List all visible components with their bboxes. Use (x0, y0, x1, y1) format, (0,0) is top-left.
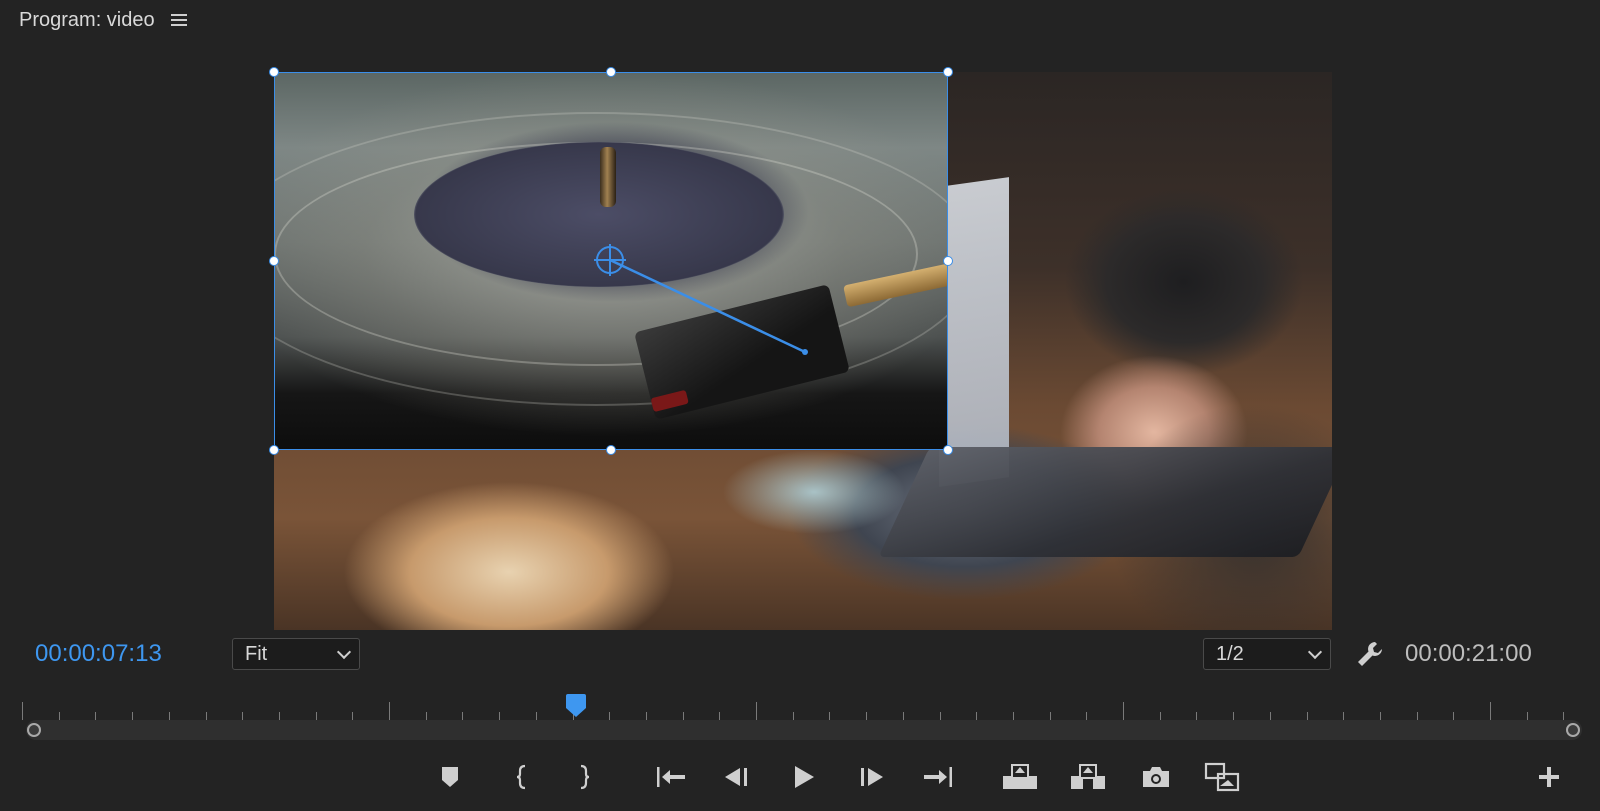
zoom-scrollbar[interactable] (26, 720, 1582, 740)
settings-wrench-icon[interactable] (1355, 639, 1385, 669)
handle-bottom-right[interactable] (943, 445, 953, 455)
laptop-screen-image (939, 177, 1009, 487)
ruler-tick (902, 712, 904, 720)
ruler-tick (1012, 712, 1014, 720)
ruler-tick (58, 712, 60, 720)
scrollbar-right-handle[interactable] (1566, 723, 1580, 737)
handle-middle-left[interactable] (269, 256, 279, 266)
mark-in-button[interactable] (512, 760, 532, 794)
ruler-tick (1453, 712, 1455, 720)
comparison-view-icon (1204, 762, 1240, 792)
ruler-tick (278, 712, 280, 720)
zoom-level-dropdown[interactable]: Fit (232, 638, 360, 670)
ruler-tick (315, 712, 317, 720)
step-forward-button[interactable] (858, 760, 886, 794)
ruler-tick (756, 702, 757, 720)
ruler-tick (242, 712, 244, 720)
step-back-button[interactable] (722, 760, 750, 794)
ruler-tick (939, 712, 941, 720)
ruler-tick (792, 712, 794, 720)
handle-bottom-center[interactable] (606, 445, 616, 455)
handle-top-center[interactable] (606, 67, 616, 77)
ruler-tick (168, 712, 170, 720)
go-to-in-button[interactable] (654, 760, 688, 794)
chevron-down-icon (336, 644, 352, 659)
ruler-tick (425, 712, 427, 720)
ruler-tick (1269, 712, 1271, 720)
comparison-view-button[interactable] (1203, 760, 1241, 794)
current-timecode[interactable]: 00:00:07:13 (35, 640, 162, 668)
go-to-in-icon (657, 767, 685, 787)
lift-icon (1003, 764, 1037, 789)
extract-button[interactable] (1068, 760, 1108, 794)
ruler-tick (352, 712, 354, 720)
ruler-tick (95, 712, 97, 720)
ruler-tick (462, 712, 464, 720)
playback-resolution-dropdown[interactable]: 1/2 (1203, 638, 1331, 670)
ruler-tick (1049, 712, 1051, 720)
step-back-icon (725, 768, 747, 786)
ruler-tick (1563, 712, 1565, 720)
panel-menu-icon[interactable] (170, 13, 187, 27)
ruler-tick (682, 712, 684, 720)
ruler-tick (609, 712, 611, 720)
lift-button[interactable] (1000, 760, 1040, 794)
ruler-tick (389, 702, 390, 720)
ruler-tick (1306, 712, 1308, 720)
ruler-tick (645, 712, 647, 720)
plus-icon (1539, 767, 1559, 787)
ruler-tick (535, 712, 537, 720)
ruler-tick (1123, 702, 1124, 720)
button-editor-button[interactable] (1536, 760, 1562, 794)
zoom-level-value: Fit (245, 642, 268, 665)
play-button[interactable] (790, 760, 818, 794)
ruler-tick (1526, 712, 1528, 720)
chevron-down-icon (1307, 644, 1323, 659)
go-to-out-icon (924, 767, 952, 787)
duration-timecode: 00:00:21:00 (1405, 640, 1532, 667)
ruler-tick (1343, 712, 1345, 720)
time-ruler[interactable] (22, 692, 1577, 720)
ruler-tick (1159, 712, 1161, 720)
ruler-tick (1379, 712, 1381, 720)
handle-middle-right[interactable] (943, 256, 953, 266)
go-to-out-button[interactable] (921, 760, 955, 794)
ruler-tick (976, 712, 978, 720)
ruler-tick (829, 712, 831, 720)
play-icon (795, 766, 814, 788)
panel-header: Program: video (19, 6, 187, 34)
add-marker-button[interactable] (438, 760, 462, 794)
playhead-icon[interactable] (565, 694, 587, 718)
ruler-tick (1196, 712, 1198, 720)
ruler-tick (132, 712, 134, 720)
ruler-tick (1416, 712, 1418, 720)
scrollbar-left-handle[interactable] (27, 723, 41, 737)
handle-bottom-left[interactable] (269, 445, 279, 455)
export-frame-button[interactable] (1140, 760, 1172, 794)
mark-out-icon (580, 764, 590, 790)
ruler-tick (205, 712, 207, 720)
ruler-tick (499, 712, 501, 720)
mark-in-icon (516, 764, 526, 790)
panel-title[interactable]: Program: video (19, 9, 155, 32)
handle-top-left[interactable] (269, 67, 279, 77)
mark-out-button[interactable] (574, 760, 594, 794)
resolution-value: 1/2 (1216, 642, 1244, 665)
step-forward-icon (861, 768, 883, 786)
camera-icon (1143, 767, 1169, 787)
anchor-point-icon[interactable] (590, 240, 820, 370)
spindle-image (600, 147, 616, 207)
ruler-tick (22, 702, 23, 720)
ruler-tick (866, 712, 868, 720)
ruler-tick (1086, 712, 1088, 720)
ruler-tick (719, 712, 721, 720)
laptop-keyboard-image (878, 447, 1332, 557)
extract-icon (1071, 764, 1105, 789)
ruler-tick (1233, 712, 1235, 720)
ruler-tick (1490, 702, 1491, 720)
marker-icon (442, 767, 458, 787)
handle-top-right[interactable] (943, 67, 953, 77)
